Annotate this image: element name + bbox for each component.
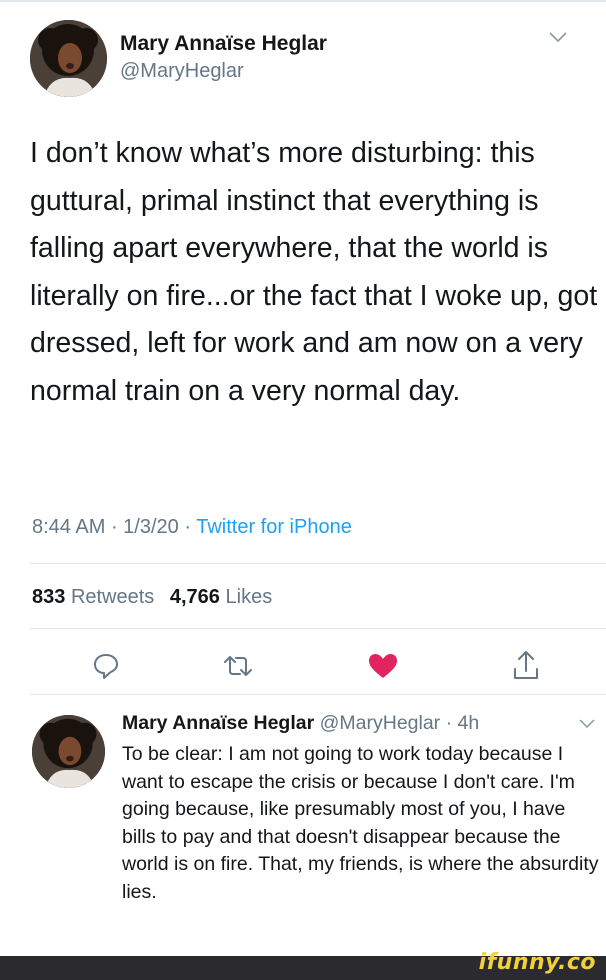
retweet-label: Retweets — [70, 586, 155, 608]
reply-text: To be clear: I am not going to work toda… — [122, 743, 599, 903]
like-icon — [369, 654, 397, 678]
tweet-text: I don’t know what’s more disturbing: thi… — [30, 137, 598, 407]
reply-author-avatar[interactable] — [32, 715, 105, 788]
retweet-button[interactable] — [218, 648, 258, 684]
tweet-meta: 8:44 AM · 1/3/20 · Twitter for iPhone — [32, 516, 352, 539]
reply-author-handle[interactable]: @MaryHeglar — [320, 712, 441, 734]
chevron-down-icon[interactable] — [578, 718, 596, 730]
reply-header: Mary Annaïse Heglar @MaryHeglar · 4h — [122, 712, 479, 735]
tweet-stats: 833 Retweets 4,766 Likes — [32, 586, 272, 609]
author-name[interactable]: Mary Annaïse Heglar — [120, 32, 327, 56]
divider — [30, 628, 606, 629]
tweet-date[interactable]: 1/3/20 — [123, 516, 179, 538]
tweet-time: 8:44 AM — [32, 516, 106, 538]
main-tweet-header: Mary Annaïse Heglar @MaryHeglar — [30, 20, 590, 100]
author-handle[interactable]: @MaryHeglar — [120, 60, 244, 83]
share-button[interactable] — [508, 646, 544, 684]
author-avatar[interactable] — [30, 20, 107, 97]
retweet-icon — [224, 656, 252, 676]
meta-separator: · — [105, 516, 124, 538]
like-button[interactable] — [364, 648, 402, 684]
reply-author-name[interactable]: Mary Annaïse Heglar — [122, 712, 314, 734]
divider — [30, 563, 606, 564]
meta-separator: · — [178, 516, 197, 538]
likes-stat[interactable]: 4,766 Likes — [170, 586, 272, 608]
reply-icon — [94, 654, 118, 679]
reply-button[interactable] — [88, 648, 124, 684]
watermark-logo: ifunny.co — [478, 950, 596, 975]
share-icon — [514, 651, 538, 679]
chevron-down-icon[interactable] — [548, 30, 568, 44]
like-count: 4,766 — [169, 586, 220, 608]
divider — [30, 694, 606, 695]
retweets-stat[interactable]: 833 Retweets — [32, 586, 154, 608]
like-label: Likes — [225, 586, 273, 608]
top-border — [0, 0, 606, 2]
retweet-count: 833 — [32, 586, 66, 608]
reply-time: · 4h — [445, 712, 480, 734]
tweet-source-link[interactable]: Twitter for iPhone — [196, 516, 352, 538]
